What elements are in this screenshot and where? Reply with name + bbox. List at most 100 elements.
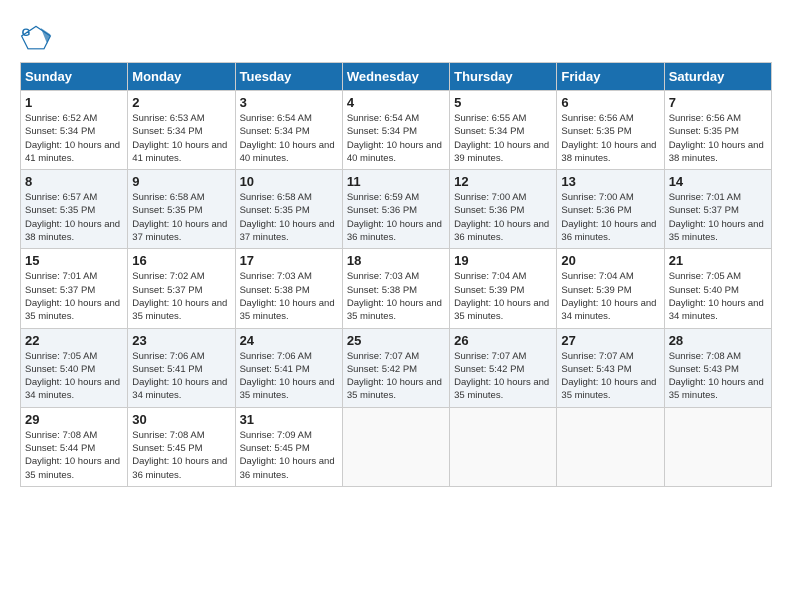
calendar: SundayMondayTuesdayWednesdayThursdayFrid… <box>20 62 772 487</box>
day-number: 30 <box>132 412 230 427</box>
day-info: Sunrise: 7:01 AM Sunset: 5:37 PM Dayligh… <box>25 270 123 323</box>
calendar-cell: 3 Sunrise: 6:54 AM Sunset: 5:34 PM Dayli… <box>235 91 342 170</box>
day-number: 31 <box>240 412 338 427</box>
calendar-cell: 9 Sunrise: 6:58 AM Sunset: 5:35 PM Dayli… <box>128 170 235 249</box>
calendar-cell: 28 Sunrise: 7:08 AM Sunset: 5:43 PM Dayl… <box>664 328 771 407</box>
day-number: 23 <box>132 333 230 348</box>
day-info: Sunrise: 7:06 AM Sunset: 5:41 PM Dayligh… <box>132 350 230 403</box>
header-sunday: Sunday <box>21 63 128 91</box>
calendar-cell: 11 Sunrise: 6:59 AM Sunset: 5:36 PM Dayl… <box>342 170 449 249</box>
day-info: Sunrise: 7:03 AM Sunset: 5:38 PM Dayligh… <box>347 270 445 323</box>
calendar-cell <box>450 407 557 486</box>
calendar-cell: 14 Sunrise: 7:01 AM Sunset: 5:37 PM Dayl… <box>664 170 771 249</box>
day-number: 6 <box>561 95 659 110</box>
day-info: Sunrise: 6:56 AM Sunset: 5:35 PM Dayligh… <box>669 112 767 165</box>
day-info: Sunrise: 7:03 AM Sunset: 5:38 PM Dayligh… <box>240 270 338 323</box>
header: G <box>20 20 772 52</box>
calendar-cell: 17 Sunrise: 7:03 AM Sunset: 5:38 PM Dayl… <box>235 249 342 328</box>
day-number: 10 <box>240 174 338 189</box>
day-number: 18 <box>347 253 445 268</box>
day-info: Sunrise: 7:07 AM Sunset: 5:42 PM Dayligh… <box>454 350 552 403</box>
day-info: Sunrise: 7:01 AM Sunset: 5:37 PM Dayligh… <box>669 191 767 244</box>
calendar-cell: 19 Sunrise: 7:04 AM Sunset: 5:39 PM Dayl… <box>450 249 557 328</box>
calendar-week-4: 22 Sunrise: 7:05 AM Sunset: 5:40 PM Dayl… <box>21 328 772 407</box>
day-number: 22 <box>25 333 123 348</box>
calendar-cell: 6 Sunrise: 6:56 AM Sunset: 5:35 PM Dayli… <box>557 91 664 170</box>
day-number: 8 <box>25 174 123 189</box>
calendar-cell: 21 Sunrise: 7:05 AM Sunset: 5:40 PM Dayl… <box>664 249 771 328</box>
calendar-cell: 23 Sunrise: 7:06 AM Sunset: 5:41 PM Dayl… <box>128 328 235 407</box>
day-number: 2 <box>132 95 230 110</box>
header-tuesday: Tuesday <box>235 63 342 91</box>
calendar-week-2: 8 Sunrise: 6:57 AM Sunset: 5:35 PM Dayli… <box>21 170 772 249</box>
header-friday: Friday <box>557 63 664 91</box>
day-info: Sunrise: 7:04 AM Sunset: 5:39 PM Dayligh… <box>454 270 552 323</box>
header-saturday: Saturday <box>664 63 771 91</box>
calendar-cell: 29 Sunrise: 7:08 AM Sunset: 5:44 PM Dayl… <box>21 407 128 486</box>
calendar-cell <box>664 407 771 486</box>
day-number: 4 <box>347 95 445 110</box>
day-number: 15 <box>25 253 123 268</box>
calendar-cell: 16 Sunrise: 7:02 AM Sunset: 5:37 PM Dayl… <box>128 249 235 328</box>
day-info: Sunrise: 6:55 AM Sunset: 5:34 PM Dayligh… <box>454 112 552 165</box>
day-info: Sunrise: 7:08 AM Sunset: 5:43 PM Dayligh… <box>669 350 767 403</box>
calendar-cell: 26 Sunrise: 7:07 AM Sunset: 5:42 PM Dayl… <box>450 328 557 407</box>
day-number: 24 <box>240 333 338 348</box>
calendar-cell: 13 Sunrise: 7:00 AM Sunset: 5:36 PM Dayl… <box>557 170 664 249</box>
day-number: 27 <box>561 333 659 348</box>
calendar-cell: 25 Sunrise: 7:07 AM Sunset: 5:42 PM Dayl… <box>342 328 449 407</box>
day-number: 14 <box>669 174 767 189</box>
day-number: 9 <box>132 174 230 189</box>
day-info: Sunrise: 7:09 AM Sunset: 5:45 PM Dayligh… <box>240 429 338 482</box>
day-info: Sunrise: 7:04 AM Sunset: 5:39 PM Dayligh… <box>561 270 659 323</box>
calendar-cell: 4 Sunrise: 6:54 AM Sunset: 5:34 PM Dayli… <box>342 91 449 170</box>
day-info: Sunrise: 6:53 AM Sunset: 5:34 PM Dayligh… <box>132 112 230 165</box>
calendar-cell: 20 Sunrise: 7:04 AM Sunset: 5:39 PM Dayl… <box>557 249 664 328</box>
calendar-cell: 22 Sunrise: 7:05 AM Sunset: 5:40 PM Dayl… <box>21 328 128 407</box>
day-info: Sunrise: 6:58 AM Sunset: 5:35 PM Dayligh… <box>132 191 230 244</box>
day-info: Sunrise: 6:52 AM Sunset: 5:34 PM Dayligh… <box>25 112 123 165</box>
calendar-cell: 7 Sunrise: 6:56 AM Sunset: 5:35 PM Dayli… <box>664 91 771 170</box>
calendar-week-1: 1 Sunrise: 6:52 AM Sunset: 5:34 PM Dayli… <box>21 91 772 170</box>
day-number: 13 <box>561 174 659 189</box>
day-number: 20 <box>561 253 659 268</box>
day-number: 28 <box>669 333 767 348</box>
day-number: 12 <box>454 174 552 189</box>
header-wednesday: Wednesday <box>342 63 449 91</box>
day-number: 5 <box>454 95 552 110</box>
calendar-cell <box>557 407 664 486</box>
day-number: 19 <box>454 253 552 268</box>
day-number: 1 <box>25 95 123 110</box>
day-info: Sunrise: 6:56 AM Sunset: 5:35 PM Dayligh… <box>561 112 659 165</box>
calendar-cell: 8 Sunrise: 6:57 AM Sunset: 5:35 PM Dayli… <box>21 170 128 249</box>
day-number: 21 <box>669 253 767 268</box>
day-info: Sunrise: 7:05 AM Sunset: 5:40 PM Dayligh… <box>669 270 767 323</box>
day-number: 16 <box>132 253 230 268</box>
calendar-cell: 30 Sunrise: 7:08 AM Sunset: 5:45 PM Dayl… <box>128 407 235 486</box>
calendar-cell: 27 Sunrise: 7:07 AM Sunset: 5:43 PM Dayl… <box>557 328 664 407</box>
day-info: Sunrise: 7:08 AM Sunset: 5:45 PM Dayligh… <box>132 429 230 482</box>
day-number: 25 <box>347 333 445 348</box>
day-info: Sunrise: 7:05 AM Sunset: 5:40 PM Dayligh… <box>25 350 123 403</box>
day-info: Sunrise: 7:02 AM Sunset: 5:37 PM Dayligh… <box>132 270 230 323</box>
logo-icon: G <box>20 20 52 52</box>
calendar-week-5: 29 Sunrise: 7:08 AM Sunset: 5:44 PM Dayl… <box>21 407 772 486</box>
day-info: Sunrise: 6:54 AM Sunset: 5:34 PM Dayligh… <box>347 112 445 165</box>
day-number: 11 <box>347 174 445 189</box>
calendar-cell: 31 Sunrise: 7:09 AM Sunset: 5:45 PM Dayl… <box>235 407 342 486</box>
day-info: Sunrise: 6:58 AM Sunset: 5:35 PM Dayligh… <box>240 191 338 244</box>
day-info: Sunrise: 6:57 AM Sunset: 5:35 PM Dayligh… <box>25 191 123 244</box>
day-info: Sunrise: 7:00 AM Sunset: 5:36 PM Dayligh… <box>454 191 552 244</box>
logo: G <box>20 20 56 52</box>
calendar-week-3: 15 Sunrise: 7:01 AM Sunset: 5:37 PM Dayl… <box>21 249 772 328</box>
day-info: Sunrise: 7:08 AM Sunset: 5:44 PM Dayligh… <box>25 429 123 482</box>
day-number: 26 <box>454 333 552 348</box>
day-number: 3 <box>240 95 338 110</box>
day-info: Sunrise: 7:07 AM Sunset: 5:43 PM Dayligh… <box>561 350 659 403</box>
calendar-cell: 2 Sunrise: 6:53 AM Sunset: 5:34 PM Dayli… <box>128 91 235 170</box>
day-info: Sunrise: 7:06 AM Sunset: 5:41 PM Dayligh… <box>240 350 338 403</box>
header-thursday: Thursday <box>450 63 557 91</box>
day-number: 17 <box>240 253 338 268</box>
calendar-cell: 18 Sunrise: 7:03 AM Sunset: 5:38 PM Dayl… <box>342 249 449 328</box>
day-info: Sunrise: 6:59 AM Sunset: 5:36 PM Dayligh… <box>347 191 445 244</box>
